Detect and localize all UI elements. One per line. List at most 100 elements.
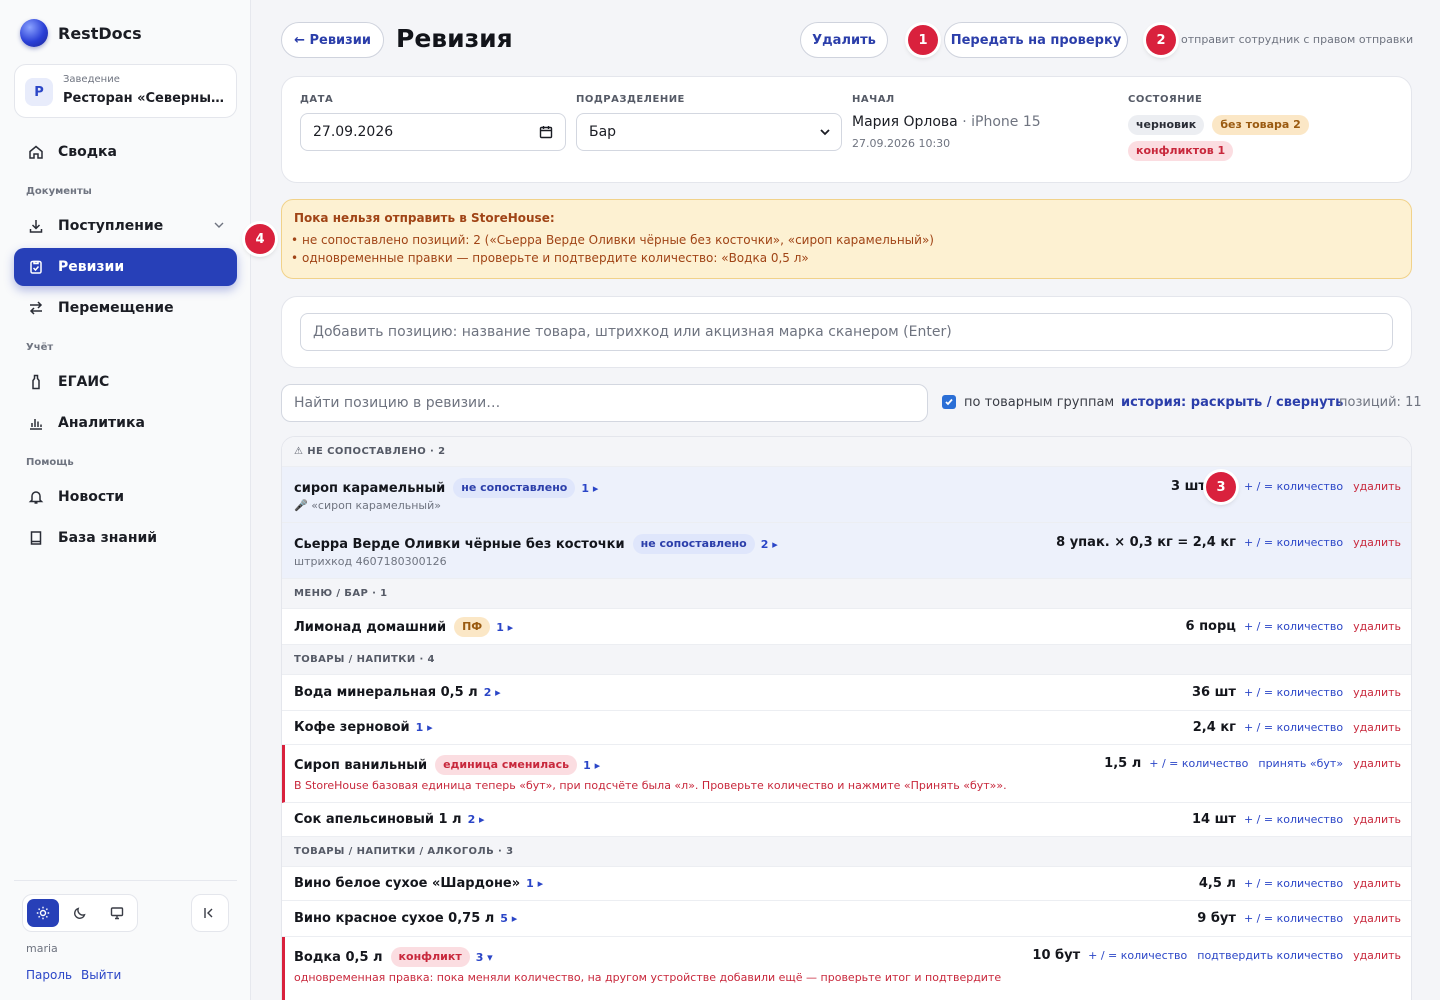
delete-row-link[interactable]: удалить — [1353, 721, 1401, 734]
history-toggle-link[interactable]: 1 ▸ — [496, 621, 513, 634]
venue-avatar: Р — [25, 78, 53, 106]
back-button[interactable]: ← Ревизии — [281, 22, 384, 58]
row-title: Вода минеральная 0,5 л — [294, 685, 478, 700]
brand[interactable]: RestDocs — [20, 19, 142, 47]
row-name: Сок апельсиновый 1 л 2 ▸ — [294, 812, 485, 827]
history-toggle-link[interactable]: 2 ▸ — [484, 686, 501, 699]
sidebar-item-summary[interactable]: Сводка — [14, 133, 237, 171]
row-name: Вода минеральная 0,5 л 2 ▸ — [294, 685, 501, 700]
annotation-badge: 2 — [1146, 25, 1176, 55]
row-name: Вино белое сухое «Шардоне» 1 ▸ — [294, 876, 543, 891]
logout-link[interactable]: Выйти — [81, 968, 121, 982]
row-actions: 9 бут + / = количество удалить — [1197, 911, 1401, 926]
sidebar-item-egais[interactable]: ЕГАИС — [14, 363, 237, 401]
started-label: НАЧАЛ — [852, 94, 895, 105]
row-title: Вино белое сухое «Шардоне» — [294, 876, 521, 891]
quantity-link[interactable]: + / = количество — [1244, 480, 1343, 493]
quantity-link[interactable]: + / = количество — [1149, 757, 1248, 770]
sidebar-item-news[interactable]: Новости — [14, 478, 237, 516]
row-actions: 6 порц + / = количество удалить — [1186, 619, 1402, 634]
annotation-badge: 4 — [245, 224, 275, 254]
table-row[interactable]: Вино красное сухое 0,75 л 5 ▸ 9 бут + / … — [282, 901, 1411, 937]
sidebar-item-analytics[interactable]: Аналитика — [14, 404, 237, 442]
moon-icon[interactable] — [64, 899, 96, 927]
transfer-icon — [28, 300, 44, 316]
quantity-link[interactable]: + / = количество — [1244, 536, 1343, 549]
sidebar-item-label: Поступление — [58, 218, 164, 234]
history-toggle-link[interactable]: 1 ▸ — [416, 721, 433, 734]
row-quantity: 3 шт — [1171, 479, 1206, 494]
delete-row-link[interactable]: удалить — [1353, 912, 1401, 925]
venue-selector[interactable]: Р Заведение Ресторан «Северный ... — [14, 64, 237, 118]
delete-row-link[interactable]: удалить — [1353, 757, 1401, 770]
collapse-sidebar-icon[interactable] — [191, 894, 229, 932]
delete-row-link[interactable]: удалить — [1353, 480, 1401, 493]
delete-row-link[interactable]: удалить — [1353, 536, 1401, 549]
quantity-link[interactable]: + / = количество — [1244, 686, 1343, 699]
quantity-link[interactable]: + / = количество — [1244, 813, 1343, 826]
calendar-icon[interactable] — [539, 125, 553, 143]
table-row[interactable]: Сьерра Верде Оливки чёрные без косточки … — [282, 523, 1411, 579]
row-title: Кофе зерновой — [294, 720, 410, 735]
status-badge-draft: черновик — [1128, 115, 1205, 135]
delete-button[interactable]: Удалить — [800, 22, 888, 58]
confirm-quantity-link[interactable]: подтвердить количество — [1197, 949, 1343, 962]
delete-row-link[interactable]: удалить — [1353, 877, 1401, 890]
table-row[interactable]: Вино белое сухое «Шардоне» 1 ▸ 4,5 л + /… — [282, 867, 1411, 901]
group-checkbox-label: по товарным группам — [964, 395, 1115, 410]
history-toggle-link[interactable]: 2 ▸ — [468, 813, 485, 826]
history-expand-link[interactable]: раскрыть — [1191, 395, 1262, 410]
delete-row-link[interactable]: удалить — [1353, 949, 1401, 962]
search-placeholder: Найти позицию в ревизии… — [294, 395, 501, 411]
row-title: Вино красное сухое 0,75 л — [294, 911, 495, 926]
chevron-down-icon[interactable] — [213, 219, 225, 234]
row-name: Водка 0,5 л конфликт 3 ▾ — [294, 947, 493, 967]
sun-icon[interactable] — [27, 899, 59, 927]
add-position-input[interactable]: Добавить позицию: название товара, штрих… — [300, 313, 1393, 351]
table-row[interactable]: Водка 0,5 л конфликт 3 ▾ одновременная п… — [282, 937, 1411, 1000]
table-row[interactable]: Кофе зерновой 1 ▸ 2,4 кг + / = количеств… — [282, 711, 1411, 745]
state-label: СОСТОЯНИЕ — [1128, 94, 1203, 105]
history-toggle-link[interactable]: 1 ▸ — [526, 877, 543, 890]
sidebar-item-inventories[interactable]: Ревизии — [14, 248, 237, 286]
row-quantity: 9 бут — [1197, 911, 1236, 926]
venue-name: Ресторан «Северный ... — [63, 91, 228, 106]
table-row[interactable]: Вода минеральная 0,5 л 2 ▸ 36 шт + / = к… — [282, 675, 1411, 711]
quantity-link[interactable]: + / = количество — [1244, 620, 1343, 633]
table-row[interactable]: Сироп ванильный единица сменилась 1 ▸ В … — [282, 745, 1411, 803]
history-toggle-link[interactable]: 3 ▾ — [476, 951, 493, 964]
group-checkbox[interactable] — [942, 395, 956, 409]
password-link[interactable]: Пароль — [26, 968, 72, 982]
row-name: Лимонад домашний ПФ 1 ▸ — [294, 617, 513, 637]
sidebar-item-knowledge-base[interactable]: База знаний — [14, 519, 237, 557]
history-toggle-link[interactable]: 1 ▸ — [581, 482, 598, 495]
started-name: Мария Орлова — [852, 114, 958, 130]
table-row[interactable]: Лимонад домашний ПФ 1 ▸ 6 порц + / = кол… — [282, 609, 1411, 645]
quantity-link[interactable]: + / = количество — [1244, 912, 1343, 925]
history-toggle-link[interactable]: 1 ▸ — [583, 759, 600, 772]
search-input[interactable]: Найти позицию в ревизии… — [281, 384, 928, 422]
table-row[interactable]: Сок апельсиновый 1 л 2 ▸ 14 шт + / = кол… — [282, 803, 1411, 837]
department-label: ПОДРАЗДЕЛЕНИЕ — [576, 94, 685, 105]
history-toggle-link[interactable]: 5 ▸ — [500, 912, 517, 925]
quantity-link[interactable]: + / = количество — [1244, 721, 1343, 734]
row-quantity: 8 упак. × 0,3 кг = 2,4 кг — [1056, 535, 1236, 550]
sidebar-item-transfer[interactable]: Перемещение — [14, 289, 237, 327]
history-collapse-link[interactable]: свернуть — [1276, 395, 1343, 410]
quantity-link[interactable]: + / = количество — [1244, 877, 1343, 890]
history-label: история: — [1121, 395, 1187, 410]
accept-unit-link[interactable]: принять «бут» — [1258, 757, 1343, 770]
quantity-link[interactable]: + / = количество — [1088, 949, 1187, 962]
delete-row-link[interactable]: удалить — [1353, 813, 1401, 826]
history-toggle-link[interactable]: 2 ▸ — [761, 538, 778, 551]
delete-row-link[interactable]: удалить — [1353, 620, 1401, 633]
monitor-icon[interactable] — [101, 899, 133, 927]
date-label: ДАТА — [300, 94, 334, 105]
sidebar-item-receipts[interactable]: Поступление — [14, 207, 237, 245]
delete-row-link[interactable]: удалить — [1353, 686, 1401, 699]
row-title: сироп карамельный — [294, 480, 446, 496]
date-input[interactable]: 27.09.2026 — [300, 113, 566, 151]
submit-review-button[interactable]: Передать на проверку — [944, 22, 1128, 58]
table-row[interactable]: сироп карамельный не сопоставлено 1 ▸ 🎤 … — [282, 467, 1411, 523]
department-select[interactable]: Бар — [576, 113, 842, 151]
